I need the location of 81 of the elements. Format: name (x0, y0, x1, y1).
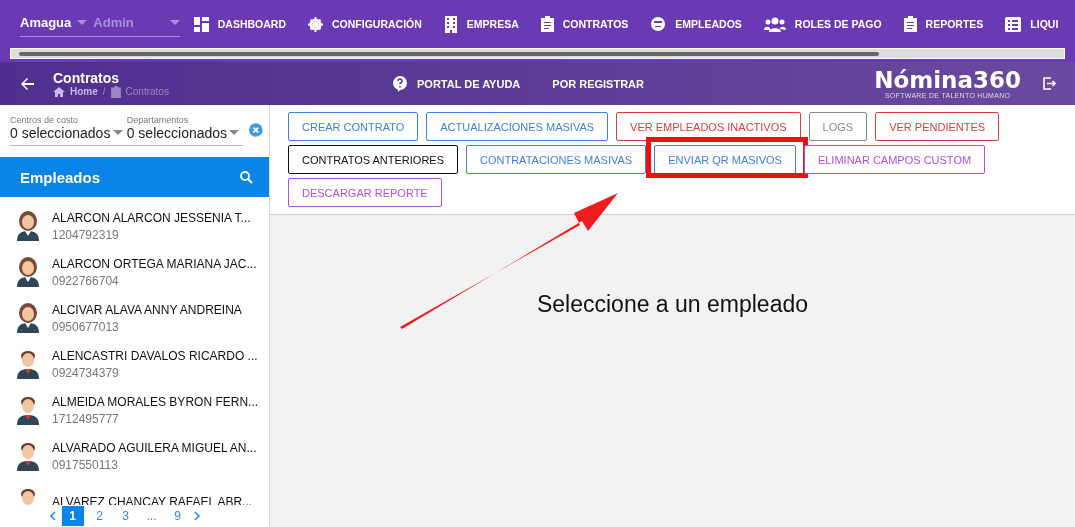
employee-item[interactable]: ALCIVAR ALAVA ANNY ANDREINA 0950677013 (0, 295, 269, 341)
home-icon (53, 86, 65, 97)
avatar-icon (16, 395, 40, 425)
employee-name: ALENCASTRI DAVALOS RICARDO ... (52, 348, 258, 363)
breadcrumb-link[interactable]: Home (70, 86, 98, 97)
nav-item[interactable]: REPORTES (903, 16, 984, 32)
breadcrumb-separator: / (102, 86, 106, 97)
next-page-icon[interactable] (193, 511, 201, 521)
page-button[interactable]: ... (141, 506, 162, 526)
employee-name: ALVARADO AGUILERA MIGUEL AN... (52, 440, 257, 455)
employee-id: 1712495777 (52, 411, 120, 426)
page-button[interactable]: 3 (115, 506, 136, 526)
page-title: Contratos (53, 69, 121, 86)
employee-id: 1204792319 (52, 227, 120, 242)
page-button[interactable]: 1 (61, 506, 84, 526)
logout-icon[interactable] (1043, 77, 1057, 90)
employee-name: ALARCON ALARCON JESSENIA T... (52, 210, 251, 225)
filter-select[interactable]: 0 seleccionados (126, 125, 244, 141)
caret-icon (112, 130, 123, 136)
empty-message: Seleccione a un empleado (536, 291, 809, 319)
gear-icon (308, 16, 323, 32)
list-icon (1005, 16, 1022, 32)
caret-icon (77, 19, 88, 26)
header-link[interactable]: PORTAL DE AYUDA (393, 75, 521, 92)
employee-name: ALMEIDA MORALES BYRON FERN... (52, 394, 259, 409)
avatar-icon (16, 349, 40, 379)
clear-icon[interactable] (249, 123, 263, 137)
employee-name: ALARCON ORTEGA MARIANA JAC... (52, 256, 257, 271)
filter-select[interactable]: 0 seleccionados (10, 125, 127, 141)
action-button[interactable]: LOGS (808, 112, 868, 141)
nav-item[interactable]: EMPLEADOS (650, 16, 742, 32)
clipboard-icon (540, 16, 554, 32)
filter-label: Departamentos (126, 115, 190, 125)
nav-item[interactable]: CONTRATOS (540, 16, 629, 32)
dashboard-icon (193, 16, 209, 32)
avatar-icon (16, 441, 40, 471)
employee-id: 0922766704 (52, 273, 120, 288)
back-arrow-icon[interactable] (20, 77, 34, 90)
action-button[interactable]: CONTRATACIONES MASIVAS (466, 145, 647, 174)
action-button[interactable]: DESCARGAR REPORTE (288, 178, 442, 207)
caret-icon (229, 130, 240, 136)
breadcrumb-item: Contratos (125, 86, 169, 97)
caret-icon (169, 19, 180, 26)
people-icon (763, 16, 786, 32)
help-icon (393, 75, 407, 92)
avatar-icon (16, 211, 40, 241)
nav-item[interactable]: ROLES DE PAGO (763, 16, 882, 32)
employee-item[interactable]: ALVARADO AGUILERA MIGUEL AN... 0917550113 (0, 433, 269, 479)
employee-item[interactable]: ALARCON ORTEGA MARIANA JAC... 0922766704 (0, 249, 269, 295)
clipboard-icon (110, 85, 121, 98)
search-icon[interactable] (240, 170, 253, 184)
avatar-icon (16, 257, 40, 287)
company-select[interactable]: Amagua (20, 15, 72, 30)
nav-item[interactable]: DASHBOARD (193, 16, 286, 32)
employee-id: 0917550113 (52, 457, 119, 472)
employee-name: ALCIVAR ALAVA ANNY ANDREINA (52, 302, 242, 317)
action-button[interactable]: CONTRATOS ANTERIORES (288, 145, 458, 174)
employee-item[interactable]: ALARCON ALARCON JESSENIA T... 1204792319 (0, 203, 269, 249)
action-button[interactable]: ELIMINAR CAMPOS CUSTOM (803, 145, 986, 174)
page-button[interactable]: 2 (89, 506, 110, 526)
action-button[interactable]: CREAR CONTRATO (288, 112, 419, 141)
filter-label: Centros de costo (10, 115, 80, 125)
nav-item[interactable]: EMPRESA (443, 15, 519, 33)
nav-item[interactable]: CONFIGURACIÓN (308, 16, 422, 32)
employee-item[interactable]: ALMEIDA MORALES BYRON FERN... 1712495777 (0, 387, 269, 433)
action-button[interactable]: VER PENDIENTES (875, 112, 1000, 141)
employee-item[interactable]: ALENCASTRI DAVALOS RICARDO ... 0924734379 (0, 341, 269, 387)
avatar-icon (16, 303, 40, 333)
previous-page-icon[interactable] (48, 511, 56, 521)
action-button[interactable]: ACTUALIZACIONES MASIVAS (426, 112, 609, 141)
scrollbar[interactable] (10, 48, 1065, 59)
employees-title: Empleados (20, 168, 101, 186)
employee-id: 0950677013 (52, 319, 120, 334)
page-button[interactable]: 9 (167, 506, 188, 526)
employee-id: 0924734379 (52, 365, 120, 380)
logo-wordmark: Nómina360 (874, 68, 1021, 92)
building-icon (443, 15, 458, 33)
nav-item[interactable]: LIQUI (1005, 16, 1059, 32)
clipboard-icon (903, 16, 917, 32)
header-link[interactable]: POR REGISTRAR (552, 75, 644, 92)
action-button[interactable]: ENVIAR QR MASIVOS (654, 145, 796, 174)
